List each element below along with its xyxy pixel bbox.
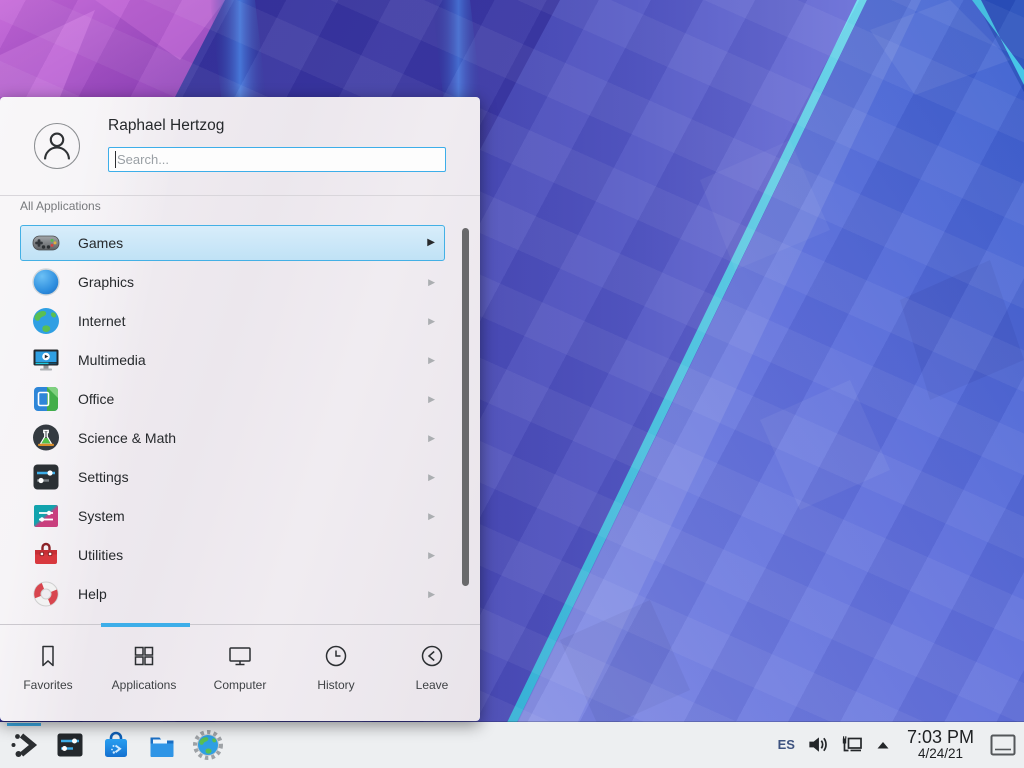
system-settings-button[interactable] — [54, 729, 86, 761]
category-system[interactable]: System ▶ — [20, 498, 445, 534]
active-task-indicator — [7, 723, 41, 726]
category-label: Science & Math — [78, 430, 176, 446]
category-games[interactable]: Games ▶ — [20, 225, 445, 261]
category-label: Graphics — [78, 274, 134, 290]
submenu-arrow-icon: ▶ — [428, 512, 435, 521]
file-manager-button[interactable] — [146, 729, 178, 761]
office-icon — [30, 383, 62, 415]
tab-applications[interactable]: Applications — [96, 625, 192, 721]
globe-gear-icon — [192, 729, 224, 761]
app-grid-icon — [130, 642, 158, 670]
application-launcher-menu: Raphael Hertzog All Applications — [0, 97, 480, 721]
tab-computer[interactable]: Computer — [192, 625, 288, 721]
science-icon — [30, 422, 62, 454]
category-utilities[interactable]: Utilities ▶ — [20, 537, 445, 573]
expand-tray-arrow-icon[interactable] — [875, 738, 891, 751]
discover-bag-icon — [100, 729, 132, 761]
category-list: Games ▶ Graphics ▶ Inter — [0, 222, 480, 625]
games-icon — [30, 227, 62, 259]
tab-history[interactable]: History — [288, 625, 384, 721]
settings-icon — [30, 461, 62, 493]
internet-icon — [30, 305, 62, 337]
category-internet[interactable]: Internet ▶ — [20, 303, 445, 339]
submenu-arrow-icon: ▶ — [428, 317, 435, 326]
system-settings-icon — [54, 729, 86, 761]
web-browser-button[interactable] — [192, 729, 224, 761]
wired-network-icon[interactable] — [840, 733, 864, 757]
submenu-arrow-icon: ▶ — [428, 395, 435, 404]
submenu-arrow-icon: ▶ — [428, 590, 435, 599]
utilities-icon — [30, 539, 62, 571]
active-tab-indicator — [101, 623, 190, 627]
folder-icon — [146, 729, 178, 761]
category-multimedia[interactable]: Multimedia ▶ — [20, 342, 445, 378]
show-desktop-button[interactable] — [990, 734, 1016, 756]
history-clock-icon — [322, 642, 350, 670]
submenu-arrow-icon: ▶ — [428, 473, 435, 482]
tab-favorites[interactable]: Favorites — [0, 625, 96, 721]
list-scrollbar[interactable] — [462, 228, 469, 586]
category-label: Utilities — [78, 547, 123, 563]
tab-leave[interactable]: Leave — [384, 625, 480, 721]
category-office[interactable]: Office ▶ — [20, 381, 445, 417]
submenu-arrow-icon: ▶ — [427, 238, 435, 248]
text-cursor — [115, 151, 116, 168]
clock-date: 4/24/21 — [907, 747, 974, 762]
leave-icon — [418, 642, 446, 670]
category-label: Internet — [78, 313, 125, 329]
user-icon — [35, 124, 79, 168]
search-field-frame — [108, 147, 446, 172]
system-tray: ES 7:03 PM 4/24/21 — [778, 728, 1024, 762]
discover-software-center-button[interactable] — [100, 729, 132, 761]
category-label: Office — [78, 391, 114, 407]
search-input[interactable] — [109, 148, 445, 171]
application-launcher-button[interactable] — [8, 729, 40, 761]
tab-label: Applications — [112, 678, 177, 692]
graphics-icon — [30, 266, 62, 298]
keyboard-layout-indicator[interactable]: ES — [778, 737, 795, 752]
kde-plasma-logo-icon — [8, 729, 40, 761]
section-label: All Applications — [20, 199, 101, 213]
launcher-tab-bar: Favorites Applications Computer — [0, 624, 480, 721]
category-label: Multimedia — [78, 352, 146, 368]
submenu-arrow-icon: ▶ — [428, 551, 435, 560]
category-help[interactable]: Help ▶ — [20, 576, 445, 612]
taskbar-launchers — [0, 729, 224, 761]
volume-icon[interactable] — [806, 733, 829, 756]
category-label: Help — [78, 586, 107, 602]
category-label: System — [78, 508, 125, 524]
digital-clock[interactable]: 7:03 PM 4/24/21 — [907, 728, 974, 762]
submenu-arrow-icon: ▶ — [428, 278, 435, 287]
category-label: Settings — [78, 469, 129, 485]
system-icon — [30, 500, 62, 532]
category-label: Games — [78, 235, 123, 251]
tab-label: History — [317, 678, 354, 692]
category-science-math[interactable]: Science & Math ▶ — [20, 420, 445, 456]
clock-time: 7:03 PM — [907, 728, 974, 747]
multimedia-icon — [30, 344, 62, 376]
category-settings[interactable]: Settings ▶ — [20, 459, 445, 495]
category-graphics[interactable]: Graphics ▶ — [20, 264, 445, 300]
computer-icon — [226, 642, 254, 670]
submenu-arrow-icon: ▶ — [428, 356, 435, 365]
tab-label: Computer — [214, 678, 267, 692]
user-name: Raphael Hertzog — [108, 117, 224, 135]
submenu-arrow-icon: ▶ — [428, 434, 435, 443]
launcher-header: Raphael Hertzog — [0, 97, 480, 196]
user-avatar[interactable] — [34, 123, 80, 169]
taskbar-panel: ES 7:03 PM 4/24/21 — [0, 722, 1024, 768]
tab-label: Leave — [416, 678, 449, 692]
help-icon — [30, 578, 62, 610]
bookmark-icon — [34, 642, 62, 670]
tab-label: Favorites — [23, 678, 72, 692]
